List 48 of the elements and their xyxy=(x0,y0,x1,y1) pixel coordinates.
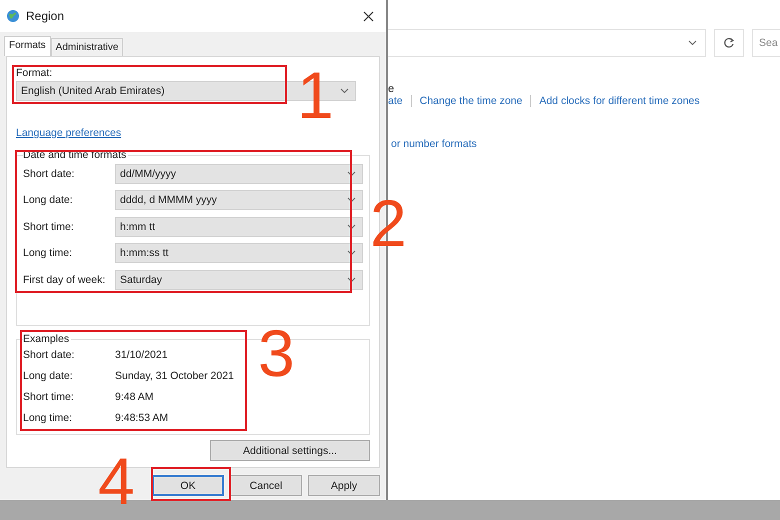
chevron-down-icon xyxy=(347,170,356,177)
format-dropdown[interactable]: dddd, d MMMM yyyy xyxy=(115,190,363,210)
field-label: First day of week: xyxy=(23,274,106,286)
control-panel-link[interactable]: ate xyxy=(388,95,403,107)
chevron-down-icon xyxy=(340,88,349,94)
format-dropdown[interactable]: dd/MM/yyyy xyxy=(115,164,363,184)
language-preferences-link[interactable]: Language preferences xyxy=(16,126,122,139)
globe-icon xyxy=(6,9,20,23)
field-label: Long time: xyxy=(23,247,74,260)
format-label: Format: xyxy=(16,67,54,79)
heading-text: e xyxy=(388,83,394,95)
step-number: 2 xyxy=(370,190,407,256)
refresh-icon xyxy=(723,37,735,49)
example-value: 31/10/2021 xyxy=(115,349,169,362)
format-dropdown[interactable]: h:mm:ss tt xyxy=(115,243,363,264)
example-value: 9:48 AM xyxy=(115,391,155,404)
step-number: 4 xyxy=(98,448,135,514)
search-field[interactable]: Sea xyxy=(752,29,780,57)
format-dropdown[interactable]: Saturday xyxy=(115,270,363,290)
example-label: Short date: xyxy=(23,349,76,362)
control-panel-link[interactable]: or number formats xyxy=(391,138,477,150)
chevron-down-icon xyxy=(347,224,356,230)
example-label: Long time: xyxy=(23,412,74,424)
field-label: Long date: xyxy=(23,194,74,206)
example-label: Long date: xyxy=(23,370,74,382)
chevron-down-icon xyxy=(688,40,697,46)
tab[interactable]: Administrative xyxy=(50,38,124,56)
tab[interactable]: Formats xyxy=(4,36,51,56)
refresh-button[interactable] xyxy=(714,29,744,57)
control-panel-link[interactable]: Change the time zone xyxy=(420,95,522,107)
chevron-down-icon xyxy=(347,197,356,204)
format-dropdown[interactable]: h:mm tt xyxy=(115,216,363,237)
additional-settings-button[interactable]: Additional settings... xyxy=(210,440,370,462)
example-value: Sunday, 31 October 2021 xyxy=(115,370,235,382)
dialog-button[interactable]: Cancel xyxy=(230,475,302,496)
chevron-down-icon xyxy=(347,250,356,256)
step-number: 3 xyxy=(258,320,295,386)
group-title: Examples xyxy=(23,332,72,345)
field-label: Short date: xyxy=(23,168,76,180)
chevron-down-icon xyxy=(347,276,356,283)
dialog-button[interactable]: Apply xyxy=(308,475,380,496)
example-value: 9:48:53 AM xyxy=(115,412,170,424)
control-panel-link[interactable]: Add clocks for different time zones xyxy=(539,95,700,107)
example-label: Short time: xyxy=(23,391,75,404)
field-label: Short time: xyxy=(23,220,75,233)
close-icon[interactable] xyxy=(363,10,374,22)
window-title: Region xyxy=(26,9,66,23)
dialog-button[interactable]: OK xyxy=(152,475,224,496)
